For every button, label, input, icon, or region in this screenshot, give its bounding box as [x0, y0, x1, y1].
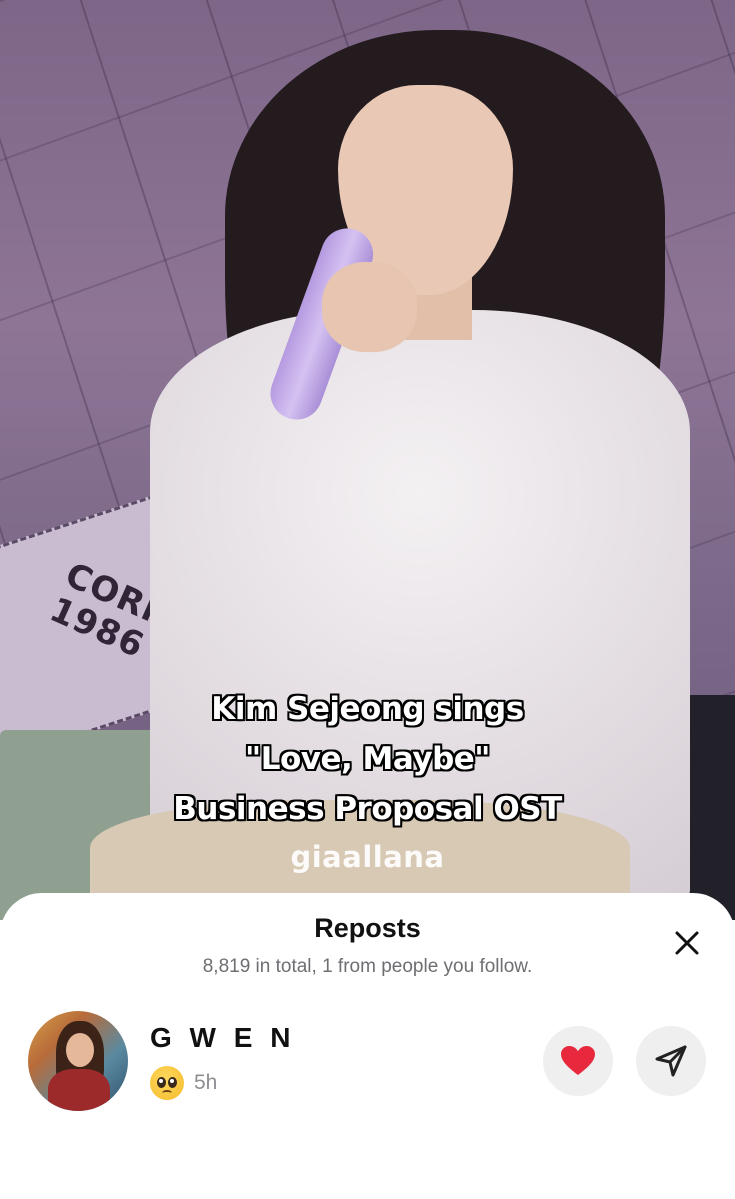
caption-line-2: "Love, Maybe"	[245, 741, 490, 777]
avatar[interactable]	[28, 1011, 128, 1111]
singer-hand	[322, 262, 417, 352]
video-player[interactable]: CORR 1986 Kim Sejeong sings "Love, Maybe…	[0, 0, 735, 920]
sheet-subtitle: 8,819 in total, 1 from people you follow…	[202, 956, 533, 977]
repost-time: 5h	[194, 1071, 218, 1094]
video-caption: Kim Sejeong sings "Love, Maybe" Business…	[0, 684, 735, 834]
sheet-title: Reposts	[314, 913, 421, 943]
video-watermark: giaallana	[290, 840, 445, 874]
repost-screen: CORR 1986 Kim Sejeong sings "Love, Maybe…	[0, 0, 735, 1199]
send-icon	[655, 1045, 687, 1077]
reposter-row[interactable]: G W E N 5h	[0, 1008, 735, 1113]
close-icon	[675, 931, 699, 955]
caption-line-3: Business Proposal OST	[173, 791, 562, 827]
like-button[interactable]	[543, 1026, 613, 1096]
close-button[interactable]	[667, 923, 707, 963]
reposts-sheet: Reposts 8,819 in total, 1 from people yo…	[0, 893, 735, 1199]
username[interactable]: G W E N	[150, 1022, 295, 1054]
heart-icon	[561, 1046, 595, 1075]
send-button[interactable]	[636, 1026, 706, 1096]
caption-line-1: Kim Sejeong sings	[211, 691, 524, 727]
reposter-meta: 5h	[150, 1066, 217, 1100]
pleading-face-icon	[150, 1066, 184, 1100]
